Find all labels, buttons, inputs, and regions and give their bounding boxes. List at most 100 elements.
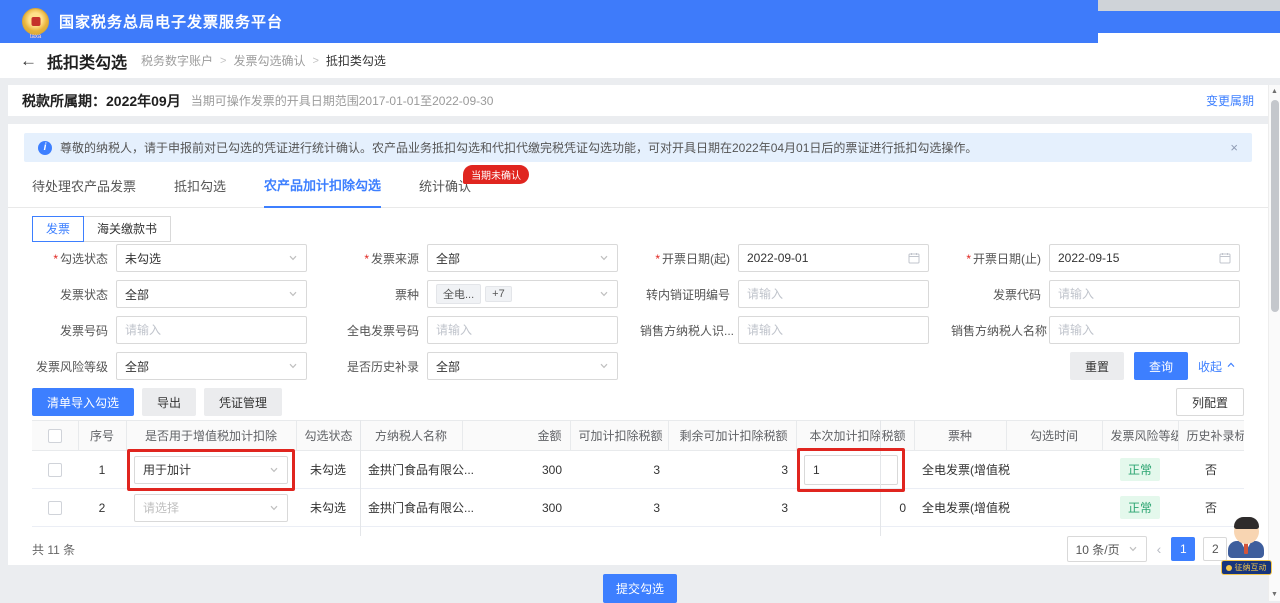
calendar-icon	[1219, 252, 1231, 264]
back-arrow-icon[interactable]: ←	[20, 52, 37, 69]
cell-amount: 300	[462, 489, 570, 527]
reset-button[interactable]: 重置	[1070, 352, 1124, 380]
导出-button[interactable]: 导出	[142, 388, 196, 416]
subtab-发票[interactable]: 发票	[32, 216, 84, 242]
assistant-mascot-icon[interactable]: 征纳互动	[1218, 519, 1274, 575]
prev-page-icon[interactable]: ‹	[1155, 542, 1164, 556]
period-bar: 税款所属期： 2022年09月 当期可操作发票的开具日期范围2017-01-01…	[8, 85, 1268, 116]
cell-current-tax	[796, 451, 914, 489]
column-config-button[interactable]: 列配置	[1176, 388, 1244, 416]
filter-field: 是否历史补录全部	[329, 352, 640, 380]
filter-label: *发票来源	[329, 250, 427, 267]
filter-field: 发票代码	[951, 280, 1262, 308]
info-icon: i	[38, 141, 52, 155]
chevron-down-icon	[599, 361, 609, 371]
filter-select-勾选状态[interactable]: 未勾选	[116, 244, 307, 272]
total-count: 共 11 条	[32, 541, 75, 558]
risk-status-badge: 正常	[1120, 458, 1160, 481]
breadcrumb-separator: >	[312, 55, 318, 67]
mascot-tie	[1244, 543, 1248, 554]
period-hint: 当期可操作发票的开具日期范围2017-01-01至2022-09-30	[191, 92, 494, 109]
table-footer: 共 11 条 10 条/页‹12›	[32, 536, 1244, 562]
required-star: *	[655, 252, 660, 266]
filter-input-全电发票号码[interactable]	[427, 316, 618, 344]
cell-remaining-tax: 3	[668, 489, 796, 527]
mascot-head	[1234, 519, 1259, 544]
page-number-1[interactable]: 1	[1171, 537, 1195, 561]
row-checkbox[interactable]	[48, 463, 62, 477]
highlight-wrap: 用于加计	[134, 456, 288, 484]
chevron-down-icon	[288, 253, 298, 263]
period-label: 税款所属期：	[22, 91, 106, 111]
filter-select-是否历史补录[interactable]: 全部	[427, 352, 618, 380]
filter-input-发票代码[interactable]	[1049, 280, 1240, 308]
filter-select-发票状态[interactable]: 全部	[116, 280, 307, 308]
close-icon[interactable]: ×	[1230, 140, 1238, 155]
清单导入勾选-button[interactable]: 清单导入勾选	[32, 388, 134, 416]
filter-date-开票日期(止)[interactable]: 2022-09-15	[1049, 244, 1240, 272]
scroll-down-icon[interactable]: ▼	[1269, 591, 1280, 598]
breadcrumb-item[interactable]: 抵扣类勾选	[326, 52, 386, 69]
change-period-link[interactable]: 变更属期	[1206, 92, 1254, 109]
deduction-dropdown[interactable]: 请选择	[134, 494, 288, 522]
column-header: 方纳税人名称	[360, 421, 462, 451]
period-value: 2022年09月	[106, 91, 181, 111]
mascot-badge-label: 征纳互动	[1235, 562, 1267, 573]
cell-deductible-tax: 3	[570, 489, 668, 527]
tab-待处理农产品发票[interactable]: 待处理农产品发票	[32, 176, 136, 207]
page-size-select[interactable]: 10 条/页	[1067, 536, 1147, 562]
filter-date-开票日期(起)[interactable]: 2022-09-01	[738, 244, 929, 272]
select-all-checkbox[interactable]	[48, 429, 62, 443]
tab-农产品加计扣除勾选[interactable]: 农产品加计扣除勾选	[264, 175, 381, 208]
column-header: 历史补录标志	[1178, 421, 1244, 451]
submit-bar: 提交勾选	[0, 574, 1280, 603]
filter-label: 票种	[329, 286, 427, 303]
top-right-gray-strip	[1098, 0, 1280, 11]
notice-text: 尊敬的纳税人，请于申报前对已勾选的凭证进行统计确认。农产品业务抵扣勾选和代扣代缴…	[60, 139, 977, 156]
cell-status: 未勾选	[296, 451, 360, 489]
filter-field: 销售方纳税人名称	[951, 316, 1262, 344]
table-row: 1用于加计未勾选金拱门食品有限公...30033全电发票(增值税正常否	[32, 451, 1244, 489]
column-header: 勾选时间	[1006, 421, 1102, 451]
filter-label: 销售方纳税人名称	[951, 322, 1049, 339]
filter-label: *开票日期(起)	[640, 250, 738, 267]
filter-label: 全电发票号码	[329, 322, 427, 339]
chevron-down-icon	[599, 253, 609, 263]
deduction-value: 请选择	[143, 499, 179, 516]
deduction-dropdown[interactable]: 用于加计	[134, 456, 288, 484]
top-right-white-strip	[1098, 33, 1280, 43]
filter-form: *勾选状态未勾选*发票来源全部*开票日期(起)2022-09-01*开票日期(止…	[18, 244, 1262, 380]
filter-input-销售方纳税人识...[interactable]	[738, 316, 929, 344]
凭证管理-button[interactable]: 凭证管理	[204, 388, 282, 416]
breadcrumb-item[interactable]: 发票勾选确认	[233, 52, 305, 69]
fixed-column-divider	[360, 420, 361, 536]
collapse-link[interactable]: 收起	[1198, 358, 1236, 375]
current-tax-input[interactable]	[804, 455, 898, 485]
breadcrumb-item[interactable]: 税务数字账户	[141, 52, 213, 69]
filter-input-销售方纳税人名称[interactable]	[1049, 316, 1240, 344]
row-checkbox[interactable]	[48, 501, 62, 515]
subtab-海关缴款书[interactable]: 海关缴款书	[83, 216, 171, 242]
query-button[interactable]: 查询	[1134, 352, 1188, 380]
filter-input-转内销证明编号[interactable]	[738, 280, 929, 308]
scrollbar-thumb[interactable]	[1271, 100, 1279, 312]
breadcrumb-separator: >	[220, 55, 226, 67]
selected-value: 全部	[125, 286, 149, 303]
filter-select-票种[interactable]: 全电...+7	[427, 280, 618, 308]
cell-ticket-type: 全电发票(增值税	[914, 451, 1006, 489]
required-star: *	[966, 252, 971, 266]
filter-select-发票来源[interactable]: 全部	[427, 244, 618, 272]
tab-抵扣勾选[interactable]: 抵扣勾选	[174, 176, 226, 207]
cell-check-time	[1006, 451, 1102, 489]
filter-label: 转内销证明编号	[640, 286, 738, 303]
submit-button[interactable]: 提交勾选	[603, 574, 677, 603]
filter-field: 全电发票号码	[329, 316, 640, 344]
filter-actions: 重置查询收起	[640, 352, 1262, 380]
filter-select-发票风险等级[interactable]: 全部	[116, 352, 307, 380]
scroll-up-icon[interactable]: ▲	[1269, 88, 1280, 95]
badge-dot-icon	[1226, 565, 1232, 571]
filter-input-发票号码[interactable]	[116, 316, 307, 344]
column-header: 可加计扣除税额	[570, 421, 668, 451]
tab-统计确认[interactable]: 统计确认当期未确认	[419, 176, 471, 207]
filter-field: *发票来源全部	[329, 244, 640, 272]
